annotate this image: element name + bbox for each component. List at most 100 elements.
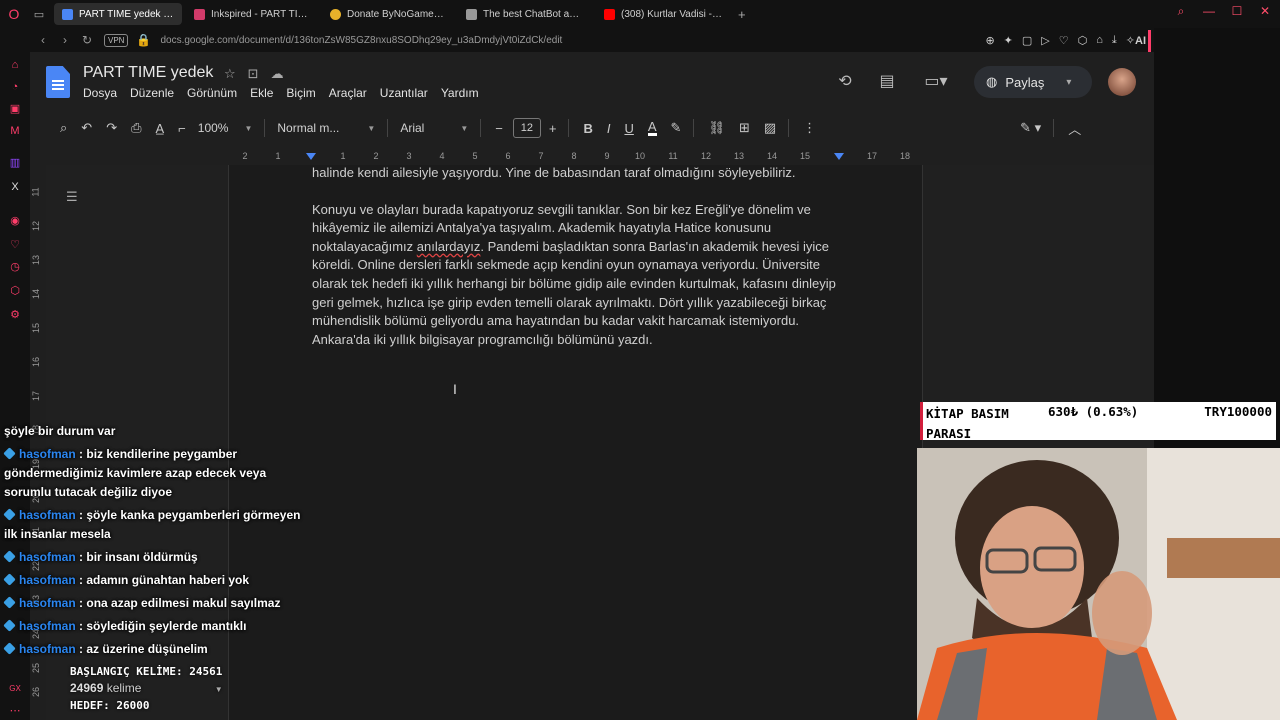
document-title[interactable]: PART TIME yedek (83, 64, 213, 82)
italic-icon[interactable]: I (607, 121, 611, 136)
play-icon[interactable]: ▷ (1041, 34, 1049, 47)
maximize-icon[interactable]: ☐ (1230, 4, 1244, 18)
tab-inkspired[interactable]: Inkspired - PART TIME (186, 3, 318, 25)
opera-logo-icon[interactable]: O (0, 3, 28, 25)
redo-icon[interactable]: ↷ (106, 120, 117, 136)
toolbar-divider (264, 119, 266, 137)
webcam-feed (917, 448, 1280, 720)
zoom-select[interactable]: 100% ▼ (198, 121, 253, 135)
extension-icon[interactable]: ⬡ (1078, 34, 1088, 47)
cloud-status-icon[interactable]: ☁ (271, 66, 284, 82)
instagram-icon[interactable]: ▣ (8, 102, 22, 116)
twitch-icon[interactable]: ▥ (8, 156, 22, 170)
history-icon[interactable]: ◷ (8, 260, 22, 274)
chevron-down-icon[interactable]: ▼ (215, 685, 223, 694)
download-icon[interactable]: ⤓ (1112, 34, 1117, 47)
close-window-icon[interactable]: ✕ (1258, 4, 1272, 18)
pin-icon[interactable]: ✦ (1004, 34, 1013, 47)
minimize-icon[interactable]: — (1202, 4, 1216, 18)
menu-help[interactable]: Yardım (441, 86, 479, 100)
document-body[interactable]: halinde kendi ailesiyle yaşıyordu. Yine … (312, 164, 852, 367)
tab-menu-icon[interactable]: ▭ (28, 8, 50, 21)
print-icon[interactable]: ⎙ (131, 120, 141, 136)
link-icon[interactable]: ⛓ (708, 120, 725, 136)
aria-icon[interactable]: ✧AI (1126, 34, 1146, 47)
highlight-icon[interactable]: ✎ (671, 120, 682, 136)
misspelled-word[interactable]: anılardayız (417, 239, 481, 254)
tab-title: Inkspired - PART TIME (211, 8, 310, 20)
left-indent-marker[interactable] (306, 153, 316, 160)
zoom-icon[interactable]: ⊕ (985, 34, 994, 47)
star-icon[interactable]: ☆ (224, 66, 236, 82)
share-button[interactable]: ◍ Paylaş ▾ (974, 66, 1092, 98)
extensions-icon[interactable]: ⬡ (8, 284, 22, 298)
font-value: Arial (400, 121, 425, 135)
meet-icon[interactable]: ▭▾ (918, 71, 954, 93)
new-tab-button[interactable]: + (738, 7, 746, 22)
spellcheck-icon[interactable]: A̲ (156, 121, 165, 136)
text-color-icon[interactable]: A (647, 120, 657, 136)
tab-bynogame[interactable]: Donate ByNoGame - Geio (322, 3, 454, 25)
undo-icon[interactable]: ↶ (81, 120, 92, 136)
font-select[interactable]: Arial ▼ (400, 121, 468, 135)
increase-font-icon[interactable]: + (549, 121, 557, 136)
menu-edit[interactable]: Düzenle (130, 86, 174, 100)
chevron-down-icon[interactable]: ▾ (1066, 77, 1071, 88)
editing-mode-icon[interactable]: ✎ ▾ (1020, 120, 1041, 136)
docs-logo-icon[interactable] (46, 66, 70, 98)
snapshot-icon[interactable]: ▢ (1022, 34, 1032, 47)
tab-chatbot[interactable]: The best ChatBot and Wi (458, 3, 592, 25)
mail-icon[interactable]: M (8, 124, 22, 138)
lock-icon[interactable]: 🔒 (134, 33, 152, 47)
comments-icon[interactable]: ▤ (876, 71, 898, 93)
chat-message: hasofman : bir insanı öldürmüş (3, 548, 314, 567)
underline-icon[interactable]: U (624, 121, 633, 136)
version-history-icon[interactable]: ⟲ (834, 71, 856, 93)
url-text[interactable]: docs.google.com/document/d/136tonZsW85GZ… (160, 35, 562, 46)
x-icon[interactable]: X (8, 180, 22, 194)
bookmark-icon[interactable]: ♡ (8, 238, 22, 252)
menu-format[interactable]: Biçim (286, 86, 315, 100)
settings-icon[interactable]: ⚙ (8, 308, 22, 322)
menu-extensions[interactable]: Uzantılar (380, 86, 428, 100)
chat-username: hasofman (19, 619, 76, 633)
menu-insert[interactable]: Ekle (250, 86, 273, 100)
move-folder-icon[interactable]: ⊡ (248, 66, 259, 82)
ruler-number: 1 (340, 151, 346, 161)
tab-docs[interactable]: PART TIME yedek - Google (54, 3, 182, 25)
home-icon[interactable]: ⌂ (8, 58, 22, 72)
reload-icon[interactable]: ↻ (78, 33, 96, 47)
style-select[interactable]: Normal m... ▼ (277, 121, 375, 135)
document-outline-icon[interactable]: ☰ (66, 189, 78, 205)
tab-youtube[interactable]: (308) Kurtlar Vadisi - 64.B (596, 3, 730, 25)
search-icon[interactable]: ⌕ (60, 120, 67, 136)
add-comment-icon[interactable]: ⊞ (739, 120, 750, 136)
insert-image-icon[interactable]: ▨ (764, 120, 776, 136)
more-icon[interactable]: ⋯ (8, 704, 22, 718)
menu-file[interactable]: Dosya (83, 86, 117, 100)
collapse-menus-icon[interactable]: ︿ (1068, 119, 1081, 138)
menu-tools[interactable]: Araçlar (329, 86, 367, 100)
messenger-icon[interactable]: ◔ (8, 80, 22, 94)
menu-view[interactable]: Görünüm (187, 86, 237, 100)
vpn-badge[interactable]: VPN (104, 33, 129, 47)
paint-format-icon[interactable]: ⌐ (178, 121, 186, 136)
bookmark-heart-icon[interactable]: ♡ (1059, 34, 1069, 47)
back-icon[interactable]: ‹ (34, 33, 52, 47)
more-options-icon[interactable]: ⋮ (803, 120, 816, 136)
bold-icon[interactable]: B (583, 121, 592, 136)
word-count-overlay: BAŞLANGIÇ KELİME: 24561 24969 kelime ▼ H… (70, 664, 223, 714)
font-size-input[interactable]: 12 (512, 118, 541, 138)
horizontal-ruler[interactable]: 2 1 1 2 3 4 5 6 7 8 9 10 11 12 13 14 15 … (30, 148, 1154, 165)
gx-icon[interactable]: GX (8, 682, 22, 696)
wallet-icon[interactable]: ⌂ (1096, 34, 1103, 47)
search-tabs-icon[interactable]: ⌕ (1174, 4, 1188, 18)
scrollbar-thumb[interactable] (1148, 30, 1151, 52)
decrease-font-icon[interactable]: − (495, 121, 503, 136)
right-indent-marker[interactable] (834, 153, 844, 160)
player-icon[interactable]: ◉ (8, 214, 22, 228)
ruler-number: 25 (31, 662, 42, 674)
forward-icon[interactable]: › (56, 33, 74, 47)
avatar[interactable] (1108, 68, 1136, 96)
chat-message: şöyle bir durum var (4, 422, 314, 441)
